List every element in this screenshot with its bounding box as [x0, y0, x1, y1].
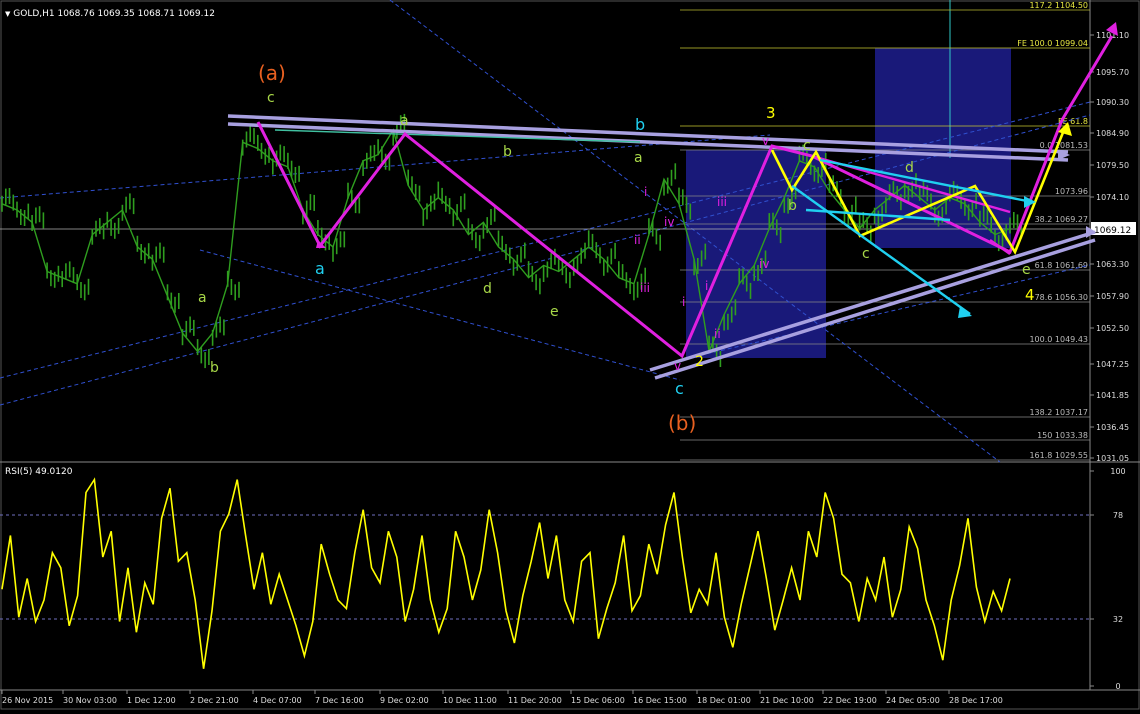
current-price-label: 1069.12	[1094, 226, 1131, 236]
wave-label-magenta: i	[705, 279, 708, 293]
fib-label: 161.8 1029.55	[1029, 451, 1088, 460]
x-tick-label: 1 Dec 12:00	[127, 696, 176, 705]
x-tick-label: 9 Dec 02:00	[380, 696, 429, 705]
y-tick-label: 1095.70	[1096, 68, 1129, 77]
y-tick-label: 1052.50	[1096, 324, 1129, 333]
wave-label-magenta: iii	[640, 281, 650, 295]
x-tick-label: 4 Dec 07:00	[253, 696, 302, 705]
wave-label-two: 2	[695, 354, 704, 370]
y-tick-label: 1074.10	[1096, 193, 1129, 202]
rsi-tick-label: 100	[1110, 467, 1125, 476]
y-tick-label: 1063.30	[1096, 260, 1129, 269]
wave-label-green: c	[862, 246, 870, 262]
y-tick-label: 1079.50	[1096, 161, 1129, 170]
fib-label: 38.2 1069.27	[1035, 215, 1088, 224]
y-tick-label: 1084.90	[1096, 129, 1129, 138]
wave-label-magenta: ii	[634, 233, 641, 247]
x-tick-label: 24 Dec 05:00	[886, 696, 940, 705]
rsi-header: RSI(5) 49.0120	[5, 467, 72, 477]
fib-label: 1073.96	[1055, 187, 1088, 196]
y-tick-label: 1036.45	[1096, 423, 1129, 432]
symbol-header: ▼ GOLD,H1 1068.76 1069.35 1068.71 1069.1…	[5, 9, 215, 19]
wave-label-green: a	[400, 113, 409, 129]
fib-label: 138.2 1037.17	[1029, 408, 1088, 417]
x-tick-label: 7 Dec 16:00	[315, 696, 364, 705]
wave-label-cyan: b	[635, 115, 645, 134]
y-tick-label: 1047.25	[1096, 360, 1129, 369]
chart-root: 117.2 1104.50 FE 100.0 1099.04 FE 61.8 0.0 …	[0, 0, 1140, 710]
x-tick-label: 30 Nov 03:00	[63, 696, 117, 705]
wave-label-magenta: iv	[759, 257, 769, 271]
wave-label-green: e	[1022, 262, 1031, 278]
cyan-arrow-icon	[958, 306, 972, 318]
chart-svg: 117.2 1104.50FE 100.0 1099.04FE 61.80.0 …	[0, 0, 1140, 710]
fib-label: 150 1033.38	[1037, 431, 1088, 440]
fib-label: 61.8 1061.69	[1035, 261, 1088, 270]
wave-label-magenta: ii	[714, 327, 721, 341]
wave-label-green: b	[788, 198, 797, 214]
wave-label-orange: (a)	[258, 61, 286, 85]
wave-label-green: d	[483, 281, 492, 297]
rsi-tick-label: 32	[1113, 615, 1123, 624]
x-tick-label: 2 Dec 21:00	[190, 696, 239, 705]
fib-label: FE 100.0 1099.04	[1017, 39, 1088, 48]
wave-label-yellow: 3	[766, 104, 776, 122]
fib-label: 0.0 1081.53	[1040, 141, 1088, 150]
wave-label-green: a	[198, 290, 207, 306]
wave-label-green: b	[503, 144, 512, 160]
x-tick-label: 15 Dec 06:00	[571, 696, 625, 705]
wave-label-green: d	[905, 160, 914, 176]
wave-label-cyan: a	[315, 259, 325, 278]
wave-label-magenta: i	[644, 185, 647, 199]
fib-label: 117.2 1104.50	[1029, 1, 1088, 10]
rsi-tick-label: 78	[1113, 511, 1123, 520]
y-tick-label: 1041.85	[1096, 391, 1129, 400]
wave-label-magenta: v	[762, 134, 769, 148]
fib-label: 100.0 1049.43	[1029, 335, 1088, 344]
rsi-label: RSI(5) 49.0120	[5, 467, 73, 477]
x-tick-label: 28 Dec 17:00	[949, 696, 1003, 705]
wave-label-green: b	[210, 360, 219, 376]
y-tick-label: 1090.30	[1096, 98, 1129, 107]
wave-label-magenta: iii	[717, 195, 727, 209]
wave-label-green: c	[803, 138, 811, 154]
y-tick-label: 1031.05	[1096, 454, 1129, 463]
x-tick-label: 16 Dec 15:00	[633, 696, 687, 705]
wave-label-green: c	[267, 90, 275, 106]
x-tick-label: 22 Dec 19:00	[823, 696, 877, 705]
wave-label-magenta: v	[674, 359, 681, 373]
symbol-line: GOLD,H1 1068.76 1069.35 1068.71 1069.12	[13, 9, 215, 19]
wave-label-green: a	[634, 150, 643, 166]
x-tick-label: 11 Dec 20:00	[508, 696, 562, 705]
wave-label-green: e	[550, 304, 559, 320]
x-tick-label: 10 Dec 11:00	[443, 696, 497, 705]
wave-label-cyan: c	[675, 379, 684, 398]
wave-label-magenta: i	[682, 295, 685, 309]
x-tick-label: 18 Dec 01:00	[697, 696, 751, 705]
x-tick-label: 26 Nov 2015	[2, 696, 53, 705]
x-tick-label: 21 Dec 10:00	[760, 696, 814, 705]
wave-label-orange: (b)	[668, 411, 696, 435]
rsi-line	[1, 477, 1011, 669]
fib-label: 78.6 1056.30	[1035, 293, 1088, 302]
rsi-tick-label: 0	[1115, 682, 1120, 691]
wave-label-magenta: iv	[664, 215, 674, 229]
wave-label-yellow: 4	[1025, 286, 1035, 304]
dropdown-triangle-icon[interactable]: ▼	[5, 10, 10, 18]
y-tick-label: 1057.90	[1096, 292, 1129, 301]
